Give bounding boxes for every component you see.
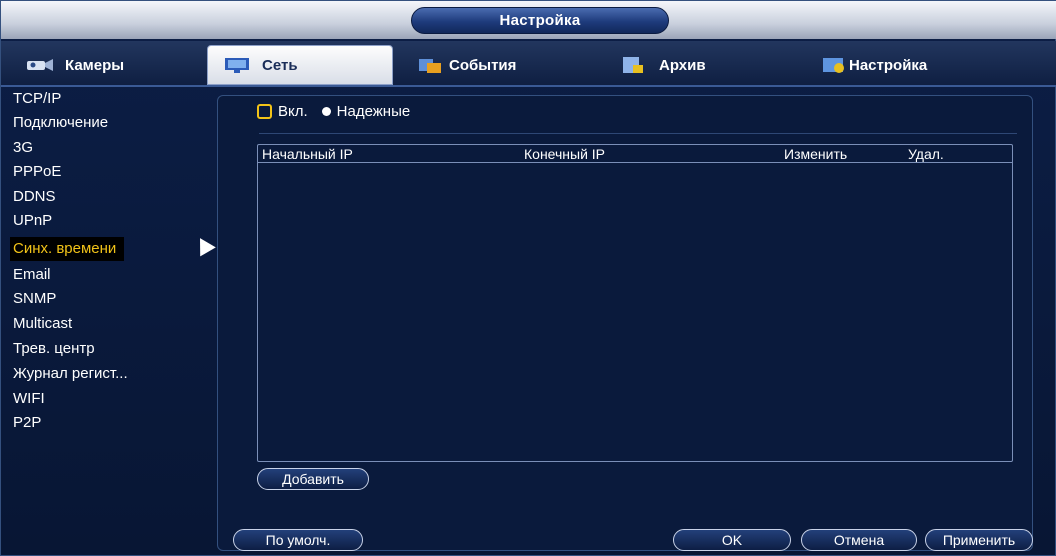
table-header-divider: [258, 162, 1012, 163]
title-bar: Настройка: [1, 1, 1056, 39]
column-header-start-ip: Начальный IP: [262, 146, 353, 162]
settings-icon: [819, 55, 849, 75]
options-divider: [259, 133, 1017, 134]
tab-settings[interactable]: Настройка: [807, 45, 1007, 85]
sidebar-item-wifi[interactable]: WIFI: [13, 387, 45, 411]
tab-label: События: [449, 56, 517, 74]
sidebar-item-tcpip[interactable]: TCP/IP: [13, 87, 61, 111]
camera-icon: [25, 55, 55, 75]
network-icon: [222, 55, 252, 75]
sidebar-item-alarm-center[interactable]: Трев. центр: [13, 337, 95, 361]
sidebar-item-register-log[interactable]: Журнал регист...: [13, 362, 128, 386]
options-row: Вкл. Надежные: [257, 101, 410, 121]
tab-label: Архив: [659, 56, 706, 74]
sidebar-item-multicast[interactable]: Multicast: [13, 312, 72, 336]
tab-label: Настройка: [849, 56, 928, 74]
archive-icon: [619, 55, 649, 75]
column-header-end-ip: Конечный IP: [524, 146, 606, 162]
trusted-radio[interactable]: [321, 106, 331, 116]
apply-button[interactable]: Применить: [925, 529, 1033, 551]
sidebar-item-email[interactable]: Email: [13, 263, 51, 287]
events-icon: [417, 55, 443, 75]
window-title: Настройка: [411, 7, 669, 34]
sidebar-item-p2p[interactable]: P2P: [13, 411, 41, 435]
tab-network[interactable]: Сеть: [207, 45, 393, 85]
cancel-button[interactable]: Отмена: [801, 529, 917, 551]
column-header-edit: Изменить: [784, 146, 848, 162]
sidebar-item-snmp[interactable]: SNMP: [13, 287, 56, 311]
settings-sidebar: TCP/IP Подключение 3G PPPoE DDNS UPnP Си…: [7, 87, 211, 553]
tab-cameras[interactable]: Камеры: [11, 45, 195, 85]
settings-window: Настройка Камеры Сеть События Архив Наст…: [0, 0, 1056, 556]
tab-label: Камеры: [65, 56, 125, 74]
sidebar-item-ddns[interactable]: DDNS: [13, 185, 56, 209]
main-tabs: Камеры Сеть События Архив Настройка: [1, 41, 1056, 87]
sidebar-item-pppoe[interactable]: PPPoE: [13, 160, 61, 184]
tab-archive[interactable]: Архив: [607, 45, 793, 85]
tab-label: Сеть: [262, 56, 298, 74]
enable-checkbox[interactable]: [257, 103, 272, 119]
trusted-label: Надежные: [336, 102, 411, 120]
enable-label: Вкл.: [278, 102, 308, 120]
ip-range-table: Начальный IP Конечный IP Изменить Удал.: [257, 144, 1013, 462]
sidebar-item-connection[interactable]: Подключение: [13, 111, 108, 135]
ok-button[interactable]: OK: [673, 529, 791, 551]
sidebar-item-time-sync[interactable]: Синх. времени: [10, 237, 125, 261]
sidebar-item-3g[interactable]: 3G: [13, 136, 33, 160]
default-button[interactable]: По умолч.: [233, 529, 363, 551]
tab-events[interactable]: События: [405, 45, 595, 85]
column-header-delete: Удал.: [908, 146, 944, 162]
add-button[interactable]: Добавить: [257, 468, 369, 490]
sidebar-item-upnp[interactable]: UPnP: [13, 209, 52, 233]
